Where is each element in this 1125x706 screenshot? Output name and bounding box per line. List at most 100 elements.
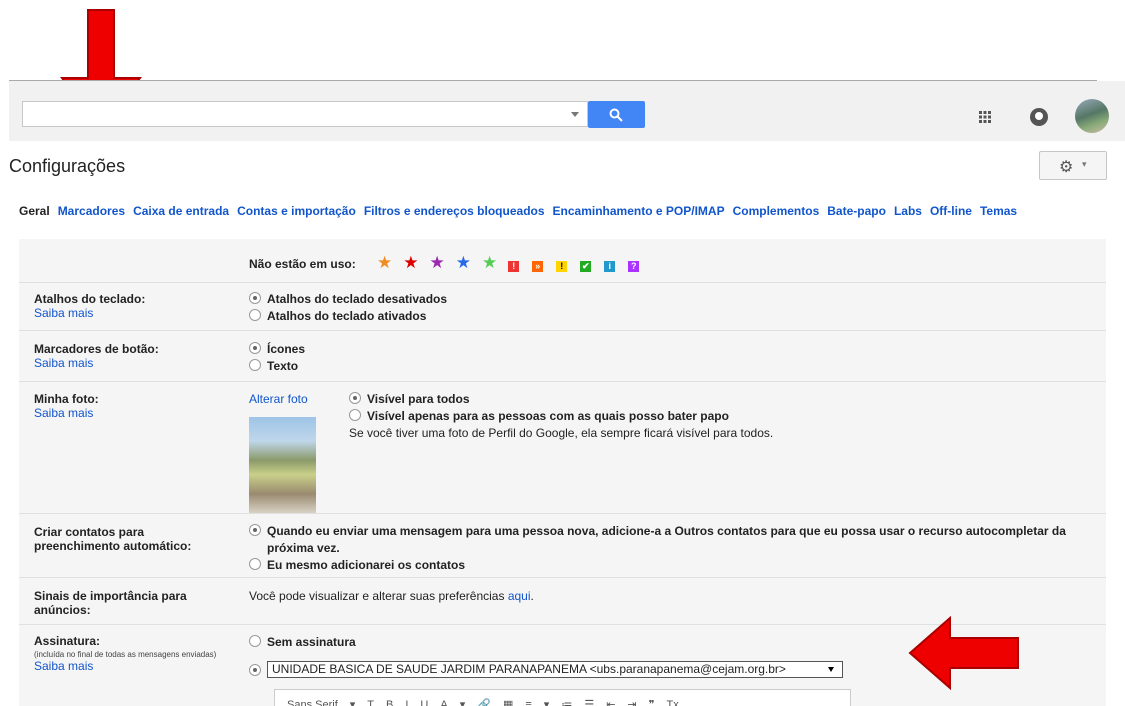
shortcuts-on-label: Atalhos do teclado ativados	[267, 309, 427, 323]
tab-bate-papo[interactable]: Bate-papo	[827, 202, 886, 220]
text-option[interactable]: Texto	[249, 358, 305, 375]
avatar[interactable]	[1075, 99, 1109, 133]
star-icon[interactable]: ★	[403, 253, 418, 272]
tab-labs[interactable]: Labs	[894, 202, 922, 220]
tab-caixa-de-entrada[interactable]: Caixa de entrada	[133, 202, 229, 220]
unused-stars-label: Não estão em uso:	[249, 257, 356, 271]
ads-value: Você pode visualizar e alterar suas pref…	[249, 589, 534, 603]
shortcuts-learn-more-link[interactable]: Saiba mais	[34, 306, 145, 320]
tab-geral[interactable]: Geral	[19, 202, 50, 220]
tab-encaminhamento[interactable]: Encaminhamento e POP/IMAP	[553, 202, 725, 220]
ads-preferences-link[interactable]: aqui	[508, 589, 531, 603]
editor-tool-icon[interactable]: ▾	[350, 699, 356, 706]
visible-chat-option[interactable]: Visível apenas para as pessoas com as qu…	[349, 408, 773, 425]
change-photo-link[interactable]: Alterar foto	[249, 392, 308, 406]
tab-complementos[interactable]: Complementos	[733, 202, 820, 220]
badge-icon[interactable]: !	[556, 261, 568, 272]
button-labels-label: Marcadores de botão:	[34, 342, 159, 356]
search-options-caret-icon[interactable]	[571, 112, 579, 117]
shortcuts-row: Atalhos do teclado: Saiba mais Atalhos d…	[19, 283, 1106, 331]
stars-row: Não estão em uso: ★ ★ ★ ★ ★! »! ✔ i?	[19, 239, 1106, 283]
auto-add-label-cont: próxima vez.	[267, 541, 340, 555]
stars-value: Não estão em uso: ★ ★ ★ ★ ★! »! ✔ i?	[249, 253, 652, 273]
radio-button[interactable]	[249, 309, 261, 321]
editor-tool-icon[interactable]: I	[405, 699, 408, 706]
editor-tool-icon[interactable]: T	[367, 699, 374, 706]
contacts-options: Quando eu enviar uma mensagem para uma p…	[249, 523, 1099, 574]
editor-tool-icon[interactable]: ❞	[649, 699, 655, 706]
settings-tabs: Geral Marcadores Caixa de entrada Contas e …	[19, 202, 1109, 220]
editor-tool-icon[interactable]: ☰	[584, 699, 594, 706]
search-icon	[609, 108, 623, 122]
badge-icon[interactable]: !	[508, 261, 520, 272]
signature-editor[interactable]: Sans Serif ▾ T B I U A ▾ 🔗 ▦ ≡ ▾ ≔ ☰ ⇤ ⇥ ❞ Tx	[274, 689, 851, 706]
radio-button[interactable]	[349, 409, 361, 421]
radio-button[interactable]	[249, 342, 261, 354]
radio-button[interactable]	[249, 524, 261, 536]
shortcuts-on-option[interactable]: Atalhos do teclado ativados	[249, 308, 447, 325]
chevron-down-icon: ▾	[1082, 159, 1087, 169]
badge-icon[interactable]: i	[604, 261, 616, 272]
editor-tool-icon[interactable]: Sans Serif	[287, 699, 338, 706]
button-labels-options: Ícones Texto	[249, 341, 305, 375]
profile-photo	[249, 417, 316, 513]
tab-contas-e-importacao[interactable]: Contas e importação	[237, 202, 356, 220]
tab-off-line[interactable]: Off-line	[930, 202, 972, 220]
star-icon[interactable]: ★	[456, 253, 471, 272]
editor-tool-icon[interactable]: ⇤	[606, 699, 615, 706]
editor-tool-icon[interactable]: ▾	[460, 699, 466, 706]
auto-add-option[interactable]: Quando eu enviar uma mensagem para uma p…	[249, 523, 1099, 540]
manual-add-label: Eu mesmo adicionarei os contatos	[267, 558, 466, 572]
editor-tool-icon[interactable]: U	[420, 699, 428, 706]
tab-temas[interactable]: Temas	[980, 202, 1017, 220]
star-icon[interactable]: ★	[377, 253, 392, 272]
signature-select-value: UNIDADE BASICA DE SAUDE JARDIM PARANAPAN…	[272, 662, 786, 676]
editor-tool-icon[interactable]: B	[386, 699, 393, 706]
radio-button[interactable]	[249, 292, 261, 304]
badge-icon[interactable]: »	[532, 261, 544, 272]
contacts-label-line1: Criar contatos para	[34, 525, 145, 539]
signature-radio[interactable]	[249, 664, 261, 676]
editor-tool-icon[interactable]: ▾	[544, 699, 550, 706]
radio-button[interactable]	[349, 392, 361, 404]
tab-marcadores[interactable]: Marcadores	[58, 202, 125, 220]
photo-learn-more-link[interactable]: Saiba mais	[34, 406, 99, 420]
editor-tool-icon[interactable]: Tx	[667, 699, 679, 706]
badge-icon[interactable]: ✔	[580, 261, 592, 272]
text-option-label: Texto	[267, 359, 299, 373]
visible-all-label: Visível para todos	[367, 392, 470, 406]
editor-tool-icon[interactable]: ▦	[503, 699, 513, 706]
photo-value: Alterar foto Visível para todos Visível …	[249, 391, 1099, 513]
icons-option[interactable]: Ícones	[249, 341, 305, 358]
button-labels-learn-more-link[interactable]: Saiba mais	[34, 356, 159, 370]
visible-chat-label: Visível apenas para as pessoas com as qu…	[367, 409, 729, 423]
manual-add-option[interactable]: Eu mesmo adicionarei os contatos	[249, 557, 1099, 574]
ads-text: Você pode visualizar e alterar suas pref…	[249, 589, 508, 603]
page-title: Configurações	[9, 156, 126, 176]
shortcuts-off-option[interactable]: Atalhos do teclado desativados	[249, 291, 447, 308]
badge-icon[interactable]: ?	[628, 261, 640, 272]
gear-icon: ⚙	[1059, 159, 1074, 176]
notifications-icon[interactable]	[1030, 108, 1048, 126]
star-icon[interactable]: ★	[482, 253, 497, 272]
tab-filtros[interactable]: Filtros e endereços bloqueados	[364, 202, 545, 220]
search-input[interactable]	[22, 101, 588, 127]
signature-learn-more-link[interactable]: Saiba mais	[34, 659, 216, 673]
shortcuts-options: Atalhos do teclado desativados Atalhos d…	[249, 291, 447, 325]
radio-button[interactable]	[249, 635, 261, 647]
search-button[interactable]	[588, 101, 645, 128]
shortcuts-label: Atalhos do teclado:	[34, 292, 146, 306]
signature-select[interactable]: UNIDADE BASICA DE SAUDE JARDIM PARANAPAN…	[267, 661, 843, 678]
visible-all-option[interactable]: Visível para todos	[349, 391, 773, 408]
editor-tool-icon[interactable]: ⇥	[627, 699, 636, 706]
editor-tool-icon[interactable]: ≡	[525, 699, 531, 706]
editor-tool-icon[interactable]: 🔗	[477, 699, 491, 706]
radio-button[interactable]	[249, 558, 261, 570]
editor-tool-icon[interactable]: A	[440, 699, 447, 706]
shortcuts-off-label: Atalhos do teclado desativados	[267, 292, 448, 306]
star-icon[interactable]: ★	[430, 253, 445, 272]
settings-gear-button[interactable]: ⚙ ▾	[1039, 151, 1107, 180]
radio-button[interactable]	[249, 359, 261, 371]
editor-tool-icon[interactable]: ≔	[561, 699, 572, 706]
apps-grid-icon[interactable]	[979, 111, 991, 123]
